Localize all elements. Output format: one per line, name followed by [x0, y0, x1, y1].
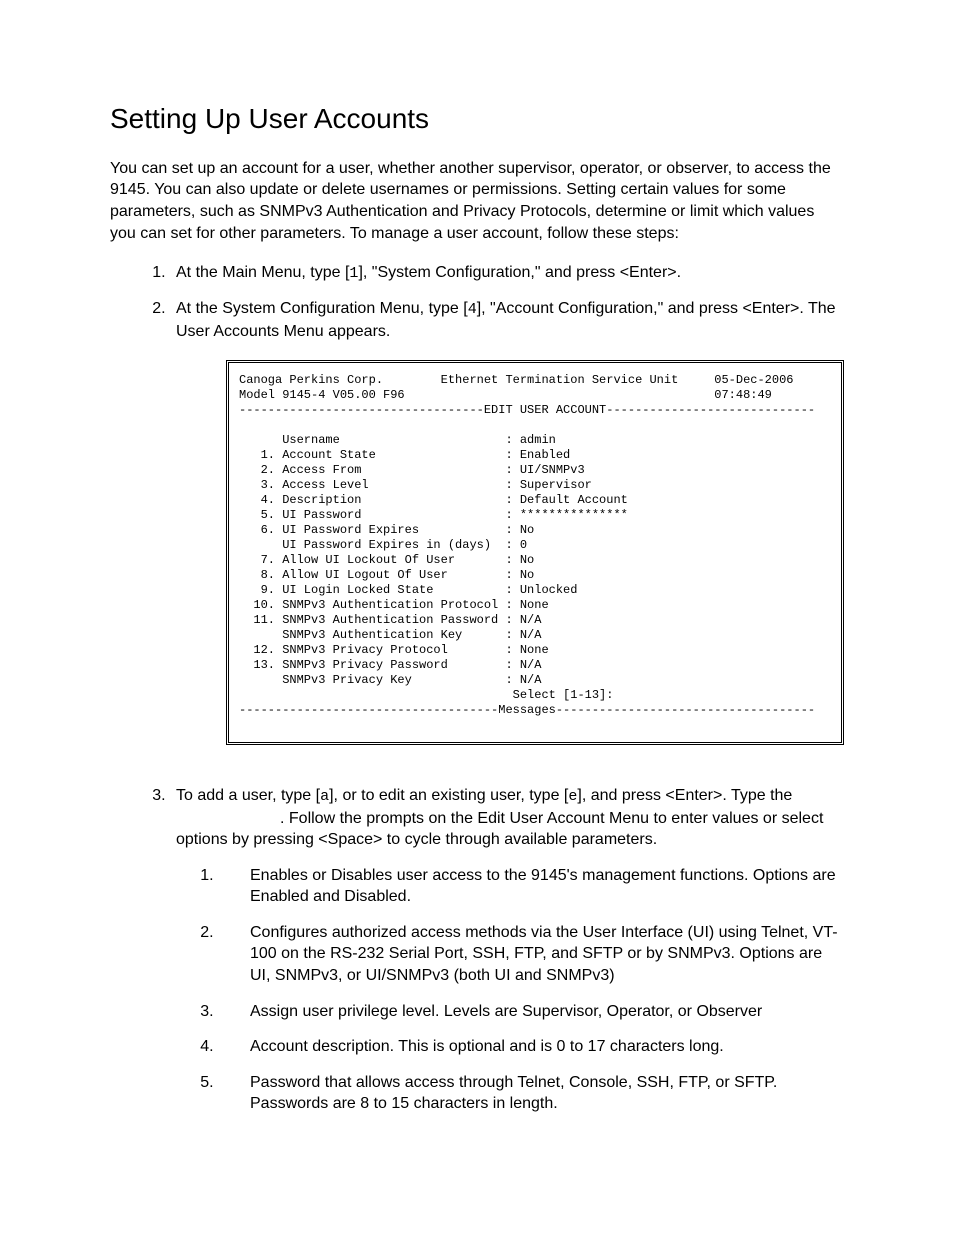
step2-key: 4 [468, 301, 477, 318]
option-item-5: Password that allows access through Teln… [218, 1072, 844, 1115]
step3-key-a: a [320, 788, 329, 805]
option-desc: Account description. This is optional an… [250, 1036, 844, 1058]
step3-text-a: To add a user, type [ [176, 787, 320, 804]
option-desc: Configures authorized access methods via… [250, 922, 844, 987]
step1-text-b: ], "System Configuration," and press <En… [358, 264, 681, 281]
option-item-2: Configures authorized access methods via… [218, 922, 844, 987]
intro-paragraph: You can set up an account for a user, wh… [110, 158, 844, 244]
option-item-1: Enables or Disables user access to the 9… [218, 865, 844, 908]
option-item-3: Assign user privilege level. Levels are … [218, 1001, 844, 1023]
page-title: Setting Up User Accounts [110, 100, 844, 138]
step-2: At the System Configuration Menu, type [… [170, 298, 844, 745]
step-1: At the Main Menu, type [1], "System Conf… [170, 262, 844, 284]
step2-text-a: At the System Configuration Menu, type [ [176, 300, 468, 317]
step3-text-b: ], or to edit an existing user, type [ [329, 787, 568, 804]
option-desc: Enables or Disables user access to the 9… [250, 865, 844, 908]
terminal-screenshot: Canoga Perkins Corp. Ethernet Terminatio… [226, 360, 844, 745]
step-3: To add a user, type [a], or to edit an e… [170, 785, 844, 1115]
option-desc: Password that allows access through Teln… [250, 1072, 844, 1115]
option-item-4: Account description. This is optional an… [218, 1036, 844, 1058]
step1-text-a: At the Main Menu, type [ [176, 264, 349, 281]
option-desc: Assign user privilege level. Levels are … [250, 1001, 844, 1023]
step3-text-d: . Follow the prompts on the Edit User Ac… [176, 810, 823, 849]
step3-text-c: ], and press <Enter>. Type the [577, 787, 792, 804]
